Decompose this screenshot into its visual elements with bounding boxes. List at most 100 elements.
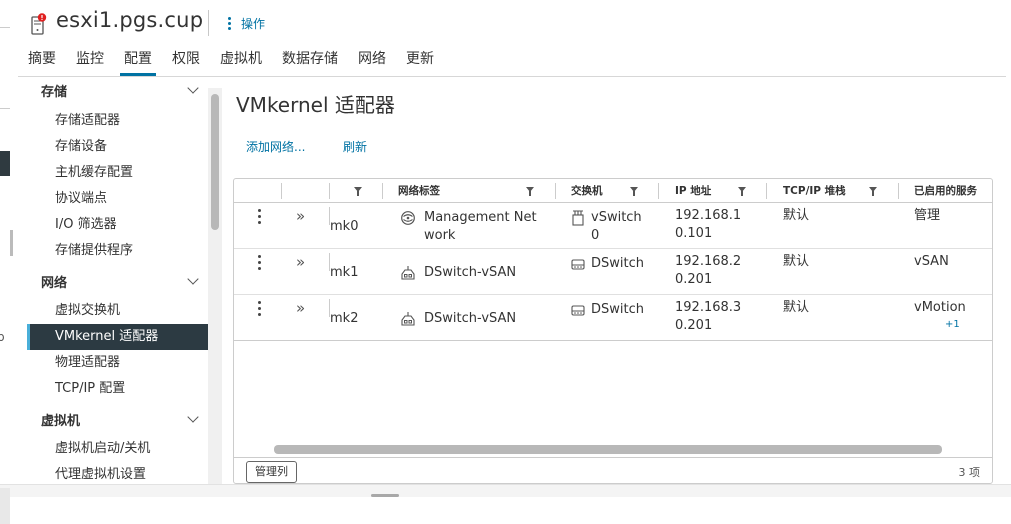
- tab-monitor[interactable]: 监控: [66, 46, 114, 76]
- chevron-down-icon: [188, 414, 198, 424]
- column-separator: [555, 183, 556, 199]
- item-count: 3 项: [958, 466, 981, 479]
- column-header-services[interactable]: 已启用的服务: [906, 179, 977, 203]
- edge-divider: [0, 108, 10, 109]
- standard-portgroup-icon: [401, 211, 415, 225]
- switch-text: DSwitch: [591, 302, 644, 317]
- network-label-text: DSwitch-vSAN: [424, 311, 517, 326]
- device-cell: mk0: [330, 219, 359, 234]
- manage-columns-button[interactable]: 管理列: [246, 461, 297, 483]
- switch-text: vSwitch0: [591, 210, 642, 243]
- sidebar-item-storage-devices[interactable]: 存储设备: [27, 134, 208, 160]
- column-header-network-label[interactable]: 网络标签: [390, 179, 440, 203]
- distributed-switch-icon: [571, 305, 585, 316]
- filter-icon[interactable]: [354, 187, 362, 196]
- switch-cell[interactable]: DSwitch: [571, 255, 651, 273]
- sidebar-item-protocol-endpoints[interactable]: 协议端点: [27, 186, 208, 212]
- sidebar-item-virtual-switches[interactable]: 虚拟交换机: [27, 298, 208, 324]
- sidebar-scrollbar[interactable]: [208, 88, 222, 484]
- row-actions-icon[interactable]: [256, 209, 262, 225]
- left-edge-strip: b: [0, 0, 13, 524]
- table-row[interactable]: » mk1 DSwitch-vSAN DSwitch 192.168.20.20…: [234, 249, 992, 295]
- grid-footer: 管理列 3 项: [234, 457, 992, 483]
- distributed-switch-icon: [571, 259, 585, 270]
- distributed-portgroup-icon: [401, 312, 415, 326]
- tab-summary[interactable]: 摘要: [18, 46, 66, 76]
- table-row[interactable]: » mk0 Management Network vSwitch0 192.16…: [234, 203, 992, 249]
- enabled-services-cell: vMotion: [914, 300, 966, 315]
- actions-label: 操作: [241, 16, 266, 31]
- main-content: VMkernel 适配器 添加网络... 刷新 网络标签 交换机 IP 地址 T…: [222, 77, 1002, 484]
- network-label-cell[interactable]: Management Network: [400, 209, 550, 245]
- sidebar-section-vm[interactable]: 虚拟机: [27, 402, 208, 436]
- grid-horizontal-scrollbar[interactable]: [274, 445, 942, 454]
- header-separator: [208, 10, 209, 36]
- enabled-services-cell: vSAN: [914, 254, 949, 269]
- refresh-button[interactable]: 刷新: [343, 138, 367, 155]
- panel-resize-handle[interactable]: [371, 494, 399, 497]
- tcpip-stack-cell: 默认: [783, 254, 810, 269]
- table-row[interactable]: » mk2 DSwitch-vSAN DSwitch 192.168.30.20…: [234, 295, 992, 341]
- more-services-badge[interactable]: +1: [945, 319, 960, 330]
- actions-menu-button[interactable]: 操作: [228, 13, 265, 33]
- row-actions-icon[interactable]: [256, 255, 262, 271]
- bottom-edge: [0, 488, 10, 524]
- ip-address-cell: 192.168.10.101: [675, 208, 742, 241]
- host-title: esxi1.pgs.cup: [56, 8, 204, 32]
- distributed-portgroup-icon: [401, 266, 415, 280]
- filter-icon[interactable]: [738, 187, 746, 196]
- ip-address-cell: 192.168.20.201: [675, 254, 742, 287]
- tcpip-stack-cell: 默认: [783, 300, 810, 315]
- network-label-cell[interactable]: DSwitch-vSAN: [400, 310, 550, 328]
- edge-cut-text: b: [0, 330, 5, 344]
- column-separator: [382, 183, 383, 199]
- device-cell: mk1: [330, 265, 359, 280]
- expand-row-icon[interactable]: »: [296, 209, 310, 224]
- tab-networks[interactable]: 网络: [348, 46, 396, 76]
- row-actions-icon[interactable]: [256, 301, 262, 317]
- sidebar-section-network[interactable]: 网络: [27, 264, 208, 298]
- column-separator: [766, 183, 767, 199]
- tcpip-stack-cell: 默认: [783, 208, 810, 223]
- sidebar-section-storage[interactable]: 存储: [27, 77, 208, 104]
- switch-cell[interactable]: DSwitch: [571, 301, 651, 319]
- expand-row-icon[interactable]: »: [296, 301, 310, 316]
- sidebar-item-host-cache[interactable]: 主机缓存配置: [27, 160, 208, 186]
- sidebar-item-storage-adapters[interactable]: 存储适配器: [27, 108, 208, 134]
- switch-cell[interactable]: vSwitch0: [571, 209, 651, 245]
- column-header-ip[interactable]: IP 地址: [667, 179, 711, 203]
- network-label-cell[interactable]: DSwitch-vSAN: [400, 264, 550, 282]
- bottom-panel-body: [10, 497, 1011, 524]
- sidebar-item-vm-startup[interactable]: 虚拟机启动/关机: [27, 436, 208, 462]
- filter-icon[interactable]: [526, 187, 534, 196]
- standard-switch-icon: [572, 210, 584, 226]
- chevron-down-icon: [188, 85, 198, 95]
- tab-updates[interactable]: 更新: [396, 46, 444, 76]
- column-header-switch[interactable]: 交换机: [563, 179, 603, 203]
- edge-splitter[interactable]: [10, 230, 13, 256]
- add-network-button[interactable]: 添加网络...: [246, 138, 305, 155]
- sidebar-item-io-filters[interactable]: I/O 筛选器: [27, 212, 208, 238]
- sidebar-item-agent-vm[interactable]: 代理虚拟机设置: [27, 462, 208, 484]
- filter-icon[interactable]: [630, 187, 638, 196]
- sidebar-item-vmkernel-adapters[interactable]: VMkernel 适配器: [27, 324, 208, 350]
- sidebar-item-physical-adapters[interactable]: 物理适配器: [27, 350, 208, 376]
- column-separator: [658, 183, 659, 199]
- host-tabs: 摘要 监控 配置 权限 虚拟机 数据存储 网络 更新: [18, 46, 444, 76]
- host-alert-icon: [31, 13, 47, 35]
- column-header-tcpip[interactable]: TCP/IP 堆栈: [775, 179, 846, 203]
- tab-permissions[interactable]: 权限: [162, 46, 210, 76]
- expand-row-icon[interactable]: »: [296, 255, 310, 270]
- filter-icon[interactable]: [869, 187, 877, 196]
- enabled-services-cell: 管理: [914, 208, 941, 223]
- vmkernel-adapters-grid: 网络标签 交换机 IP 地址 TCP/IP 堆栈 已启用的服务 » mk0 Ma…: [233, 178, 993, 484]
- chevron-down-icon: [188, 276, 198, 286]
- sidebar-item-storage-providers[interactable]: 存储提供程序: [27, 238, 208, 264]
- sidebar-scrollbar-thumb[interactable]: [211, 94, 219, 230]
- tab-vms[interactable]: 虚拟机: [210, 46, 272, 76]
- ip-address-cell: 192.168.30.201: [675, 300, 742, 333]
- sidebar-item-tcpip-config[interactable]: TCP/IP 配置: [27, 376, 208, 402]
- tab-datastores[interactable]: 数据存储: [272, 46, 348, 76]
- vertical-ellipsis-icon: [228, 16, 231, 30]
- tab-configure[interactable]: 配置: [114, 46, 162, 76]
